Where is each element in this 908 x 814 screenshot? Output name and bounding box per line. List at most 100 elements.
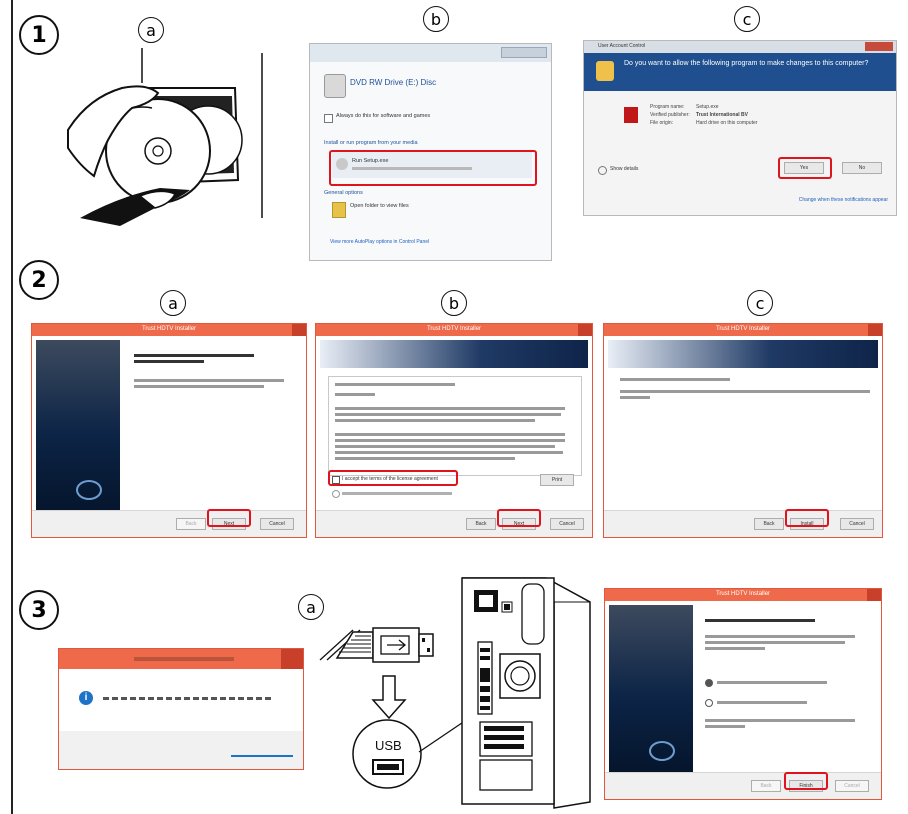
ready-titlebar: Trust HDTV Installer bbox=[604, 324, 882, 336]
license-line bbox=[335, 451, 563, 454]
uac-shield-icon bbox=[596, 61, 614, 81]
window-controls[interactable] bbox=[501, 47, 547, 58]
left-border-line bbox=[11, 0, 13, 814]
print-button[interactable]: Print bbox=[540, 474, 574, 486]
back-button[interactable]: Back bbox=[754, 518, 784, 530]
finish-heading bbox=[705, 619, 815, 622]
close-icon[interactable] bbox=[867, 589, 881, 601]
finish-titlebar: Trust HDTV Installer bbox=[605, 589, 881, 601]
installer-titlebar: Trust HDTV Installer bbox=[32, 324, 306, 336]
always-do-checkbox[interactable] bbox=[324, 114, 333, 123]
trust-logo-icon bbox=[76, 480, 102, 500]
ready-text bbox=[620, 378, 730, 381]
license-line bbox=[335, 407, 565, 410]
uac-close-button[interactable] bbox=[865, 42, 893, 51]
uac-title: User Account Control bbox=[598, 43, 646, 49]
autoplay-dialog: DVD RW Drive (E:) Disc Always do this fo… bbox=[309, 43, 552, 261]
license-line bbox=[335, 445, 555, 448]
license-line bbox=[335, 383, 455, 386]
step-1-number: 1 bbox=[19, 15, 59, 55]
trust-logo-icon bbox=[649, 741, 675, 761]
restart-later-label bbox=[717, 701, 807, 704]
close-icon[interactable] bbox=[578, 324, 592, 336]
finish-side-banner bbox=[609, 605, 693, 773]
show-details-chevron-icon[interactable] bbox=[598, 166, 607, 175]
autoplay-control-panel-link[interactable]: View more AutoPlay options in Control Pa… bbox=[330, 239, 429, 245]
license-footer: Back Next Cancel bbox=[316, 510, 592, 537]
back-button[interactable]: Back bbox=[176, 518, 206, 530]
folder-icon bbox=[332, 202, 346, 218]
step-3-number: 3 bbox=[19, 590, 59, 630]
install-highlight bbox=[785, 509, 829, 527]
decline-label bbox=[342, 492, 452, 495]
installer-side-banner bbox=[36, 340, 120, 512]
restart-now-label bbox=[717, 681, 827, 684]
publisher-label: Verified publisher: bbox=[650, 112, 690, 118]
uac-titlebar: User Account Control bbox=[584, 41, 896, 53]
uac-yes-highlight bbox=[778, 157, 832, 179]
uac-settings-link[interactable]: Change when these notifications appear bbox=[799, 197, 888, 203]
notification-titlebar bbox=[59, 649, 303, 669]
decline-radio[interactable] bbox=[332, 490, 340, 498]
program-name-value: Setup.exe bbox=[696, 104, 719, 110]
back-button[interactable]: Back bbox=[751, 780, 781, 792]
uac-no-button[interactable]: No bbox=[842, 162, 882, 174]
step-3a-label: a bbox=[298, 594, 324, 620]
close-icon[interactable] bbox=[292, 324, 306, 336]
autoplay-titlebar bbox=[310, 44, 551, 62]
file-origin-label: File origin: bbox=[650, 120, 674, 126]
finish-body-line2 bbox=[705, 641, 845, 644]
install-section-label: Install or run program from your media bbox=[324, 140, 418, 146]
ready-footer: Back Install Cancel bbox=[604, 510, 882, 537]
license-text-box[interactable] bbox=[328, 376, 582, 476]
ready-header-band bbox=[608, 340, 878, 368]
cancel-button[interactable]: Cancel bbox=[840, 518, 874, 530]
step-1c-label: c bbox=[734, 6, 760, 32]
pc-tower-illustration bbox=[461, 577, 591, 809]
license-header-band bbox=[320, 340, 588, 368]
notification-title bbox=[134, 657, 234, 661]
notification-footer bbox=[59, 731, 303, 769]
ready-text-line3 bbox=[620, 396, 650, 399]
finish-body bbox=[705, 635, 855, 638]
close-icon[interactable] bbox=[868, 324, 882, 336]
run-setup-highlight bbox=[329, 150, 537, 186]
file-origin-value: Hard drive on this computer bbox=[696, 120, 758, 126]
uac-dialog: User Account Control Do you want to allo… bbox=[583, 40, 897, 216]
finish-title: Trust HDTV Installer bbox=[715, 591, 771, 597]
program-name-label: Program name: bbox=[650, 104, 685, 110]
finish-footer: Back Finish Cancel bbox=[605, 772, 881, 799]
step-2c-label: c bbox=[747, 290, 773, 316]
finish-note bbox=[705, 719, 855, 722]
uac-fields: Program name: Setup.exe Verified publishe… bbox=[650, 103, 757, 127]
notification-message bbox=[103, 697, 273, 700]
license-line bbox=[335, 433, 565, 436]
cancel-button[interactable]: Cancel bbox=[835, 780, 869, 792]
finish-body-line3 bbox=[705, 647, 765, 650]
license-line bbox=[335, 419, 535, 422]
cancel-button[interactable]: Cancel bbox=[550, 518, 584, 530]
publisher-value: Trust International BV bbox=[696, 112, 748, 118]
restart-now-radio[interactable] bbox=[705, 679, 713, 687]
disc-insertion-illustration bbox=[67, 48, 263, 226]
step-1a-label: a bbox=[138, 17, 164, 43]
welcome-body-line2 bbox=[134, 385, 264, 388]
license-line bbox=[335, 413, 561, 416]
show-details-label[interactable]: Show details bbox=[610, 166, 638, 172]
license-line bbox=[335, 457, 515, 460]
finish-highlight bbox=[784, 772, 828, 790]
info-icon: i bbox=[79, 691, 93, 705]
ok-button[interactable] bbox=[231, 755, 293, 757]
restart-later-radio[interactable] bbox=[705, 699, 713, 707]
license-line bbox=[335, 393, 375, 396]
always-do-label: Always do this for software and games bbox=[336, 113, 431, 119]
general-options-label: General options bbox=[324, 190, 363, 196]
step-2b-label: b bbox=[441, 290, 467, 316]
back-button[interactable]: Back bbox=[466, 518, 496, 530]
installer-title: Trust HDTV Installer bbox=[141, 326, 197, 332]
cancel-button[interactable]: Cancel bbox=[260, 518, 294, 530]
license-line bbox=[335, 439, 565, 442]
open-folder-label[interactable]: Open folder to view files bbox=[350, 203, 409, 209]
close-icon[interactable] bbox=[281, 649, 303, 669]
welcome-body bbox=[134, 379, 284, 382]
